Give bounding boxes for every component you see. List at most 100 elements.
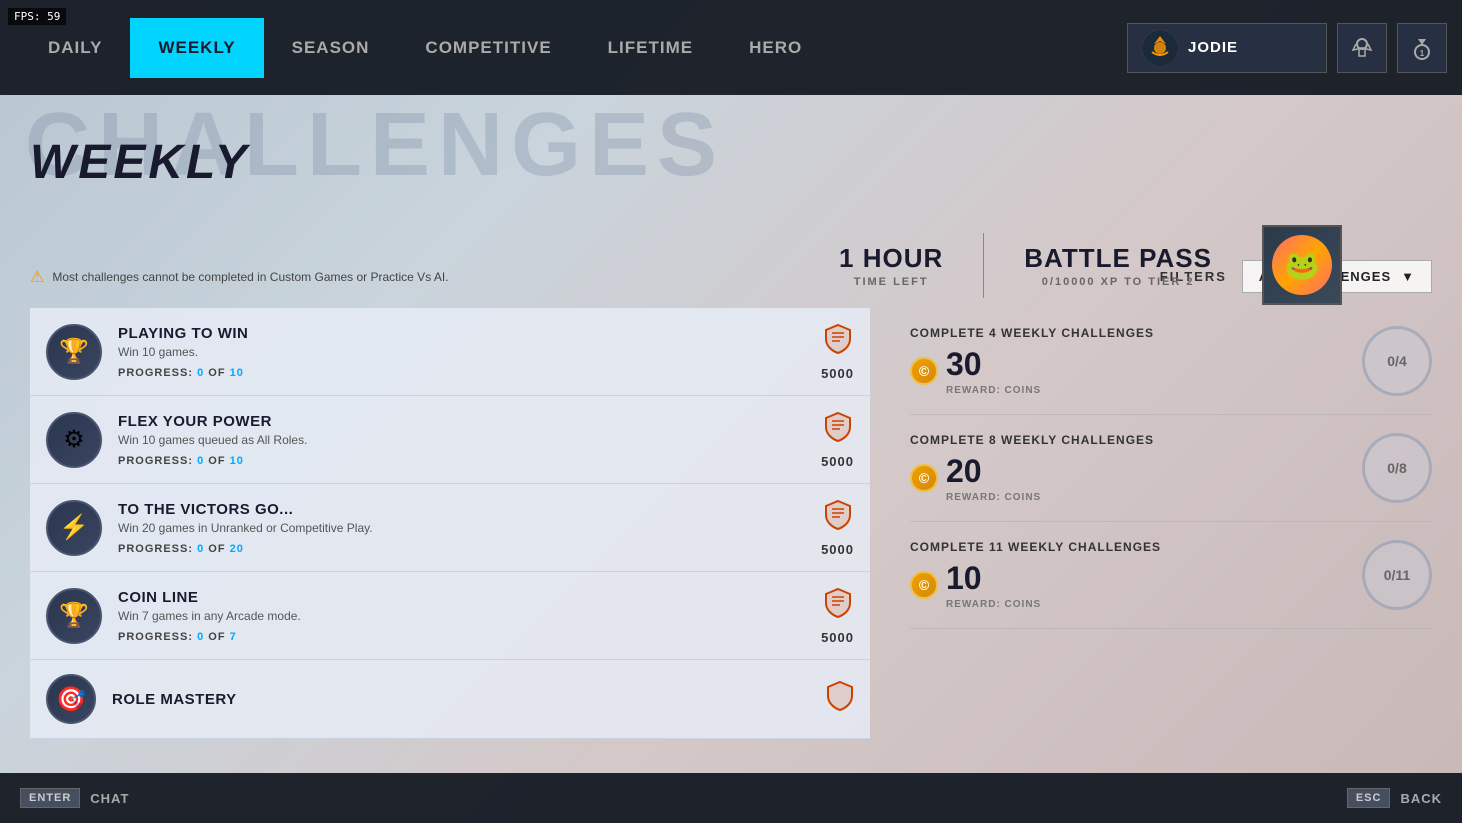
challenge-title: ROLE MASTERY [112, 691, 810, 708]
challenge-xp: 5000 [821, 499, 854, 557]
challenge-desc: Win 20 games in Unranked or Competitive … [118, 521, 805, 535]
milestone-title: COMPLETE 11 WEEKLY CHALLENGES [910, 540, 1346, 554]
battle-pass-title: BATTLE PASS [1024, 243, 1212, 274]
challenge-item-to-the-victors[interactable]: ⚡ TO THE VICTORS GO... Win 20 games in U… [30, 484, 870, 572]
coin-icon: © [910, 571, 938, 599]
shield-icon [824, 411, 852, 450]
avatar [1142, 30, 1178, 66]
milestone-title: COMPLETE 8 WEEKLY CHALLENGES [910, 433, 1346, 447]
tab-hero[interactable]: HERO [721, 18, 830, 78]
challenge-item-coin-line[interactable]: 🏆 COIN LINE Win 7 games in any Arcade mo… [30, 572, 870, 660]
chevron-down-icon: ▼ [1401, 269, 1415, 284]
challenge-info: COIN LINE Win 7 games in any Arcade mode… [118, 589, 805, 643]
tab-daily[interactable]: DAILY [20, 18, 130, 78]
user-profile[interactable]: JODIE [1127, 23, 1327, 73]
milestone-progress-circle: 0/4 [1362, 326, 1432, 396]
milestone-reward-label: REWARD: COINS [946, 385, 1041, 396]
challenge-xp: 5000 [821, 587, 854, 645]
milestone-item-8: COMPLETE 8 WEEKLY CHALLENGES © 20 REWARD… [910, 415, 1432, 522]
chat-label: CHAT [90, 791, 129, 806]
content-layout: 🏆 PLAYING TO WIN Win 10 games. PROGRESS:… [30, 308, 1432, 786]
back-label: BACK [1400, 791, 1442, 806]
tab-weekly[interactable]: WEEKLY [130, 18, 263, 78]
battle-pass-image: 🐸 [1272, 235, 1332, 295]
tab-season[interactable]: SEASON [264, 18, 398, 78]
challenge-icon: ⚙ [46, 412, 102, 468]
milestone-reward-label: REWARD: COINS [946, 492, 1041, 503]
milestone-title: COMPLETE 4 WEEKLY CHALLENGES [910, 326, 1346, 340]
milestone-reward: © 10 REWARD: COINS [910, 560, 1346, 610]
main-content: CHALLENGES WEEKLY 1 HOUR TIME LEFT BATTL… [0, 95, 1462, 773]
chat-button[interactable]: ENTER CHAT [20, 788, 129, 808]
xp-value: 5000 [821, 366, 854, 381]
challenge-icon: 🎯 [46, 674, 96, 724]
time-value: 1 HOUR [839, 243, 943, 274]
milestone-info: COMPLETE 8 WEEKLY CHALLENGES © 20 REWARD… [910, 433, 1346, 503]
milestones-panel: COMPLETE 4 WEEKLY CHALLENGES © 30 REWARD… [890, 308, 1432, 786]
challenge-item-playing-to-win[interactable]: 🏆 PLAYING TO WIN Win 10 games. PROGRESS:… [30, 308, 870, 396]
challenge-xp: 5000 [821, 411, 854, 469]
challenge-icon: 🏆 [46, 324, 102, 380]
milestone-item-4: COMPLETE 4 WEEKLY CHALLENGES © 30 REWARD… [910, 308, 1432, 415]
username: JODIE [1188, 39, 1238, 56]
challenge-progress: PROGRESS: 0 OF 10 [118, 455, 805, 467]
time-label: TIME LEFT [839, 276, 943, 288]
milestone-coins: 10 [946, 560, 1041, 597]
challenge-title: COIN LINE [118, 589, 805, 606]
battle-pass-block: BATTLE PASS 0/10000 XP TO TIER 2 [983, 233, 1252, 298]
rewards-button[interactable] [1337, 23, 1387, 73]
shield-icon [824, 499, 852, 538]
xp-value: 5000 [821, 454, 854, 469]
challenge-icon: ⚡ [46, 500, 102, 556]
meta-info: 1 HOUR TIME LEFT BATTLE PASS 0/10000 XP … [799, 225, 1342, 305]
challenge-progress: PROGRESS: 0 OF 20 [118, 543, 805, 555]
challenge-desc: Win 10 games. [118, 345, 805, 359]
challenge-title: FLEX YOUR POWER [118, 413, 805, 430]
challenges-list: 🏆 PLAYING TO WIN Win 10 games. PROGRESS:… [30, 308, 870, 786]
shield-icon [824, 323, 852, 362]
milestone-coins: 20 [946, 453, 1041, 490]
challenge-xp [826, 680, 854, 719]
milestone-info: COMPLETE 4 WEEKLY CHALLENGES © 30 REWARD… [910, 326, 1346, 396]
challenge-info: FLEX YOUR POWER Win 10 games queued as A… [118, 413, 805, 467]
challenge-progress: PROGRESS: 0 OF 10 [118, 367, 805, 379]
battle-pass-xp: 0/10000 XP TO TIER 2 [1024, 276, 1212, 288]
challenge-item-flex-your-power[interactable]: ⚙ FLEX YOUR POWER Win 10 games queued as… [30, 396, 870, 484]
challenge-xp: 5000 [821, 323, 854, 381]
challenge-item-role-mastery[interactable]: 🎯 ROLE MASTERY [30, 660, 870, 739]
bottom-bar: ENTER CHAT ESC BACK [0, 773, 1462, 823]
warning-icon: ⚠ [30, 267, 44, 287]
milestone-info: COMPLETE 11 WEEKLY CHALLENGES © 10 REWAR… [910, 540, 1346, 610]
milestone-progress-circle: 0/11 [1362, 540, 1432, 610]
challenge-info: PLAYING TO WIN Win 10 games. PROGRESS: 0… [118, 325, 805, 379]
shield-icon [826, 680, 854, 719]
svg-text:1: 1 [1420, 49, 1425, 58]
challenge-title: PLAYING TO WIN [118, 325, 805, 342]
warning-text-content: Most challenges cannot be completed in C… [52, 270, 448, 284]
tab-competitive[interactable]: COMPETITIVE [397, 18, 579, 78]
milestone-reward: © 30 REWARD: COINS [910, 346, 1346, 396]
milestone-reward: © 20 REWARD: COINS [910, 453, 1346, 503]
challenge-progress: PROGRESS: 0 OF 7 [118, 631, 805, 643]
page-title: WEEKLY [30, 115, 1432, 190]
top-navigation: DAILY WEEKLY SEASON COMPETITIVE LIFETIME… [0, 0, 1462, 95]
milestone-coins: 30 [946, 346, 1041, 383]
coin-icon: © [910, 464, 938, 492]
xp-value: 5000 [821, 630, 854, 645]
coin-icon: © [910, 357, 938, 385]
nav-tabs: DAILY WEEKLY SEASON COMPETITIVE LIFETIME… [20, 0, 830, 95]
fps-counter: FPS: 59 [8, 8, 66, 25]
tab-lifetime[interactable]: LIFETIME [580, 18, 721, 78]
page-title-area: CHALLENGES WEEKLY [30, 115, 1432, 190]
esc-key: ESC [1347, 788, 1391, 808]
challenge-desc: Win 7 games in any Arcade mode. [118, 609, 805, 623]
battle-pass-thumbnail[interactable]: 🐸 [1262, 225, 1342, 305]
back-button[interactable]: ESC BACK [1347, 788, 1442, 808]
challenge-info: ROLE MASTERY [112, 691, 810, 708]
shield-icon [824, 587, 852, 626]
challenge-icon: 🏆 [46, 588, 102, 644]
challenge-desc: Win 10 games queued as All Roles. [118, 433, 805, 447]
challenge-title: TO THE VICTORS GO... [118, 501, 805, 518]
milestone-progress-circle: 0/8 [1362, 433, 1432, 503]
medal-button[interactable]: 1 [1397, 23, 1447, 73]
